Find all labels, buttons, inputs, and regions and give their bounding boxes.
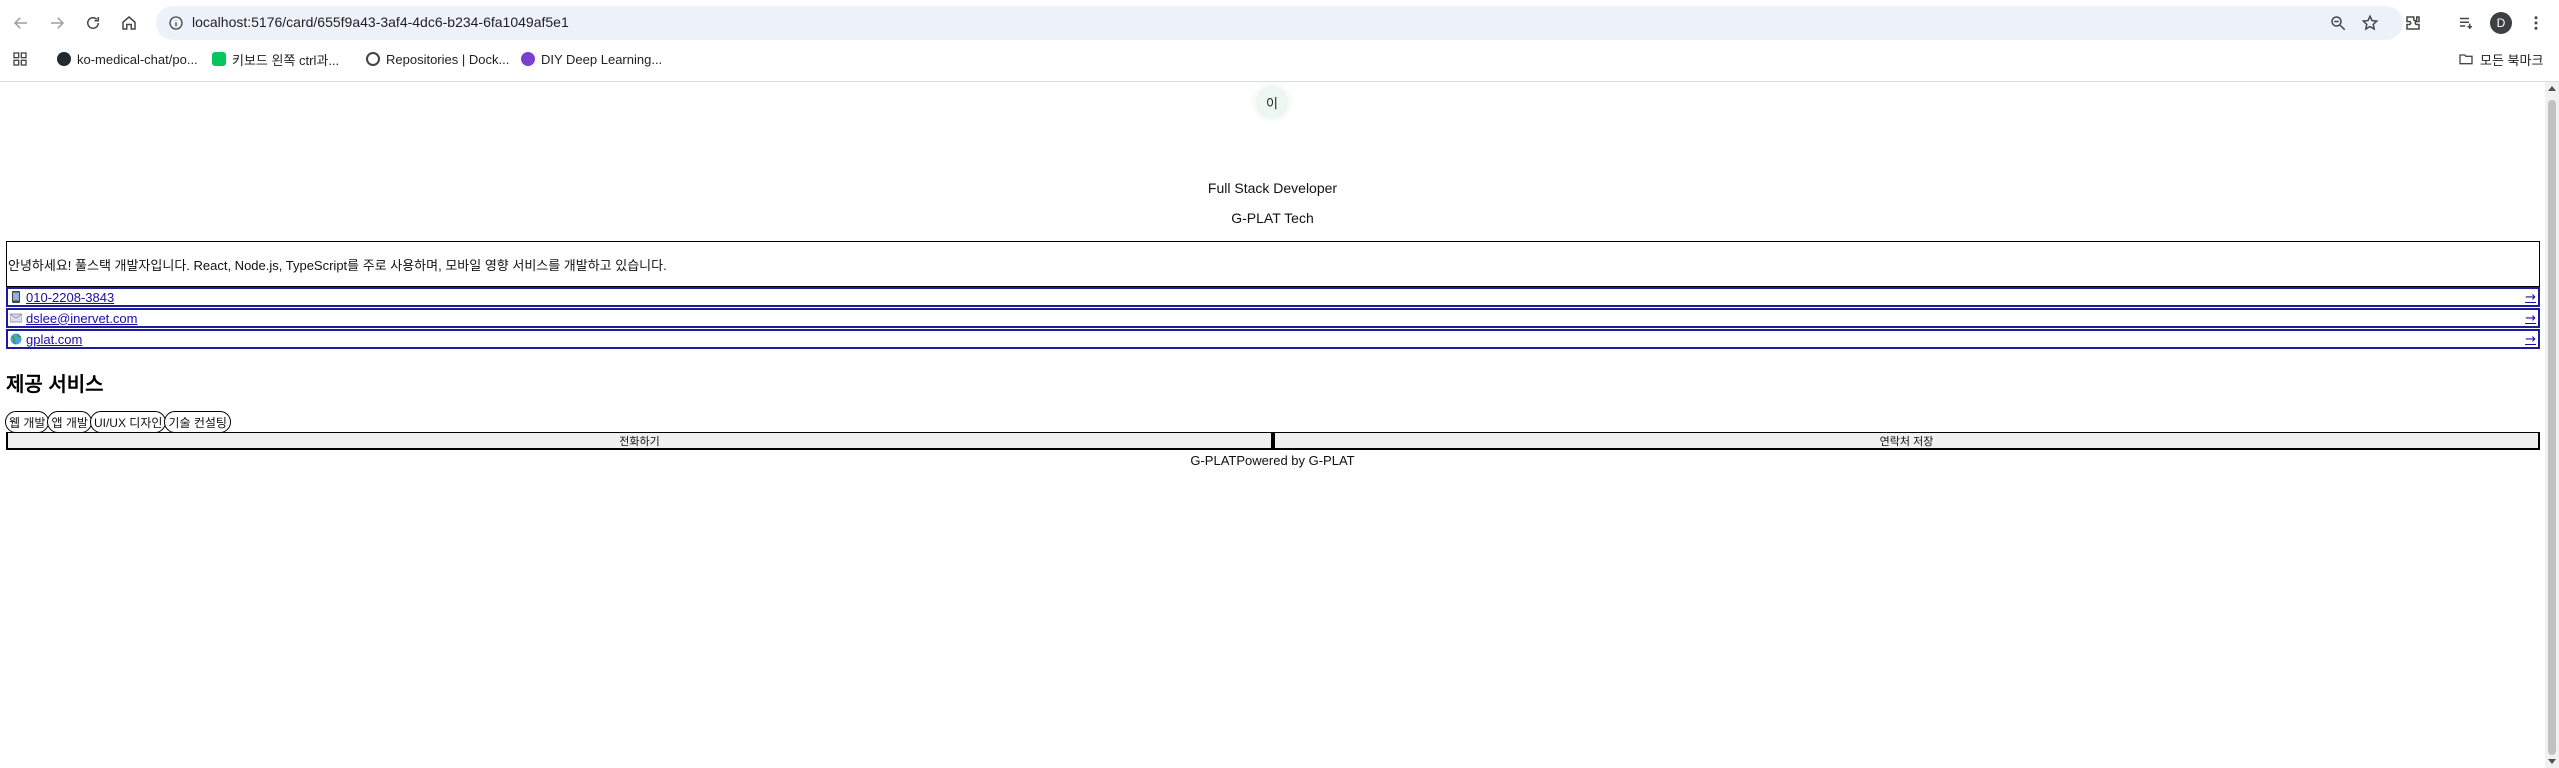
bookmark-label: 키보드 왼쪽 ctrl과... [232, 52, 340, 68]
profile-avatar[interactable]: D [2490, 12, 2512, 34]
card-avatar: 이 [1256, 86, 1288, 118]
forward-arrow-icon[interactable] [46, 12, 68, 34]
powered-by-text: Powered by G-PLAT [1236, 453, 1355, 468]
url-text[interactable]: localhost:5176/card/655f9a43-3af4-4dc6-b… [192, 14, 569, 30]
all-bookmarks-label: 모든 북마크 [2480, 52, 2544, 68]
bookmark-label: DIY Deep Learning... [541, 51, 663, 67]
contact-email-link[interactable]: dslee@inervet.com → [6, 308, 2540, 328]
save-contact-button[interactable]: 연락처 저장 [1273, 432, 2540, 450]
bookmark-label: Repositories | Dock... [386, 51, 510, 67]
address-bar[interactable]: localhost:5176/card/655f9a43-3af4-4dc6-b… [156, 6, 2403, 40]
vertical-scrollbar[interactable] [2545, 82, 2559, 768]
scroll-up-arrow-icon[interactable] [2548, 86, 2556, 91]
back-arrow-icon[interactable] [10, 12, 32, 34]
reload-icon[interactable] [82, 12, 104, 34]
footer: G-PLATPowered by G-PLAT [0, 453, 2545, 468]
contact-email-text: dslee@inervet.com [26, 310, 138, 326]
site-info-icon[interactable] [168, 15, 184, 31]
apps-grid-icon[interactable] [12, 50, 28, 68]
bookmark-item[interactable]: DIY Deep Learning... [521, 50, 662, 68]
email-icon [10, 313, 22, 323]
service-chip: 웹 개발 [5, 411, 50, 433]
scroll-down-arrow-icon[interactable] [2548, 759, 2556, 764]
service-chip: 앱 개발 [47, 411, 92, 433]
job-title: Full Stack Developer [1207, 180, 1338, 196]
scroll-thumb[interactable] [2548, 100, 2556, 755]
contact-website-text: gplat.com [26, 331, 83, 347]
action-buttons: 전화하기 연락처 저장 [6, 432, 2540, 450]
gplat-logo-image: G-PLAT [1190, 453, 1237, 468]
arrow-right-icon: → [2525, 310, 2536, 326]
contact-website-link[interactable]: gplat.com → [6, 329, 2540, 349]
home-icon[interactable] [118, 12, 140, 34]
globe-icon [10, 333, 22, 345]
arrow-right-icon: → [2525, 289, 2536, 305]
kebab-menu-icon[interactable] [2525, 12, 2547, 34]
phone-icon [12, 291, 20, 303]
intro-text: 안녕하세요! 풀스택 개발자입니다. React, Node.js, TypeS… [6, 241, 2540, 287]
bookmark-label: ko-medical-chat/po... [77, 51, 198, 67]
reading-list-icon[interactable] [2455, 12, 2477, 34]
service-chip: 기술 컨설팅 [164, 411, 231, 433]
bookmark-item[interactable]: ko-medical-chat/po... [57, 50, 198, 68]
bookmarks-bar: ko-medical-chat/po... 키보드 왼쪽 ctrl과... Re… [0, 46, 2559, 72]
docker-icon [366, 52, 380, 66]
contact-phone-text: 010-2208-3843 [26, 289, 115, 305]
services-chips: 웹 개발 앱 개발 UI/UX 디자인 기술 컨설팅 [5, 411, 231, 433]
browser-chrome: localhost:5176/card/655f9a43-3af4-4dc6-b… [0, 0, 2559, 82]
service-chip: UI/UX 디자인 [89, 411, 167, 433]
star-icon[interactable] [2361, 14, 2379, 32]
zoom-icon[interactable] [2329, 14, 2347, 32]
bookmark-item[interactable]: 키보드 왼쪽 ctrl과... [212, 50, 339, 68]
call-button[interactable]: 전화하기 [6, 432, 1273, 450]
github-icon [57, 52, 71, 66]
folder-icon [2459, 54, 2473, 65]
all-bookmarks[interactable]: 모든 북마크 [2458, 50, 2543, 68]
caffe-icon [521, 52, 535, 66]
naver-talk-icon [212, 52, 226, 66]
company-name: G-PLAT Tech [1231, 210, 1314, 226]
services-title: 제공 서비스 [6, 374, 104, 396]
bookmark-item[interactable]: Repositories | Dock... [366, 50, 509, 68]
arrow-right-icon: → [2525, 331, 2536, 347]
extensions-icon[interactable] [2402, 12, 2424, 34]
business-card-page: 이 Full Stack Developer G-PLAT Tech 안녕하세요… [0, 82, 2545, 768]
contact-phone-link[interactable]: 010-2208-3843 → [6, 287, 2540, 307]
